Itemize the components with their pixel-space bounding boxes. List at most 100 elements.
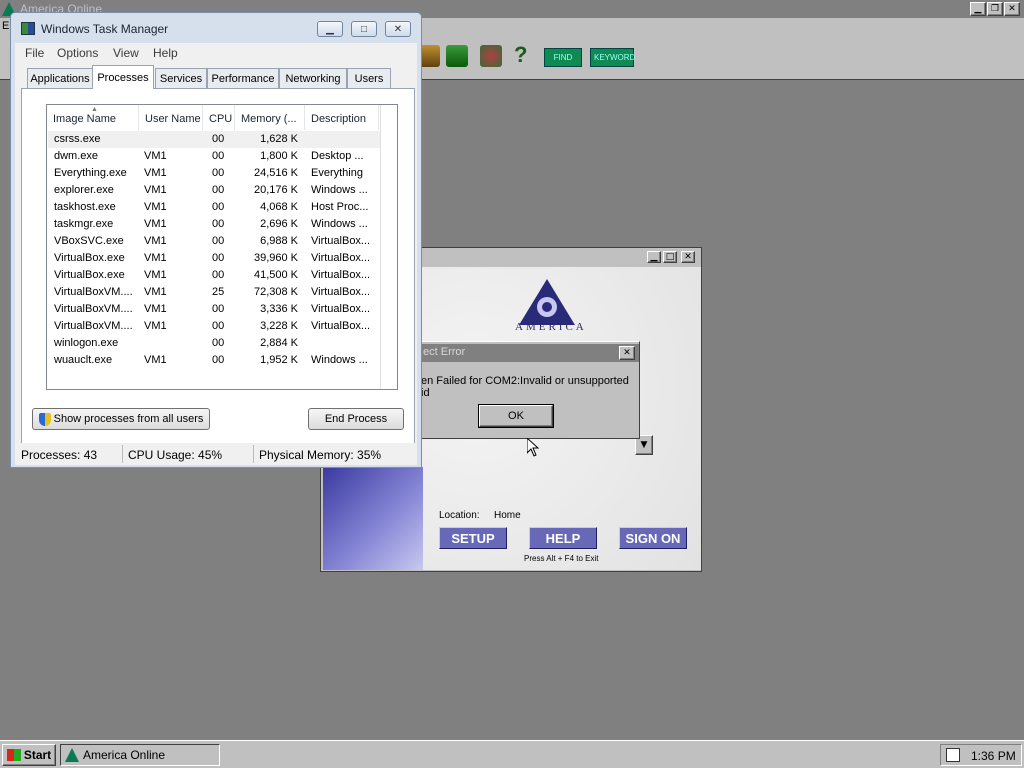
cell-desc: Everything xyxy=(311,167,363,179)
table-row[interactable]: Everything.exe VM1 00 24,516 K Everything xyxy=(48,165,380,182)
cell-cpu: 00 xyxy=(212,133,225,145)
cell-name: VBoxSVC.exe xyxy=(54,235,124,247)
start-button[interactable]: Start xyxy=(2,744,56,766)
table-row[interactable]: winlogon.exe 00 2,884 K xyxy=(48,335,380,352)
error-close-button[interactable]: ✕ xyxy=(619,346,635,360)
processes-panel: Image Name User Name CPU Memory (... Des… xyxy=(21,88,415,444)
cell-mem: 2,696 K xyxy=(260,218,298,230)
cell-cpu: 25 xyxy=(212,286,225,298)
tab-applications[interactable]: Applications xyxy=(27,68,93,88)
process-rows: csrss.exe 00 1,628 K dwm.exe VM1 00 1,800 K Des… xyxy=(47,131,380,389)
table-row[interactable]: VBoxSVC.exe VM1 00 6,988 K VirtualBox... xyxy=(48,233,380,250)
show-all-processes-label: Show processes from all users xyxy=(53,413,204,425)
tm-close-button[interactable]: ✕ xyxy=(385,21,411,37)
task-manager-icon xyxy=(21,22,35,35)
location-value: Home xyxy=(494,510,521,521)
connect-error-dialog: ect Error ✕ en Failed for COM2:Invalid o… xyxy=(420,341,640,439)
cell-cpu: 00 xyxy=(212,218,225,230)
col-description[interactable]: Description xyxy=(305,105,379,130)
tab-users[interactable]: Users xyxy=(347,68,391,88)
cell-desc: VirtualBox... xyxy=(311,303,371,315)
tm-maximize-button[interactable]: □ xyxy=(351,21,377,37)
cell-cpu: 00 xyxy=(212,354,225,366)
signon-maximize-button[interactable]: □ xyxy=(663,251,677,263)
tm-body: Applications Processes Services Performa… xyxy=(15,63,417,444)
cell-mem: 2,884 K xyxy=(260,337,298,349)
cell-user: VM1 xyxy=(144,201,167,213)
aol-minimize-button[interactable]: ▁ xyxy=(970,2,986,16)
cell-name: Everything.exe xyxy=(54,167,127,179)
cell-cpu: 00 xyxy=(212,235,225,247)
cell-user: VM1 xyxy=(144,252,167,264)
col-memory[interactable]: Memory (... xyxy=(235,105,305,130)
find-button[interactable]: FIND xyxy=(544,48,582,67)
cell-user: VM1 xyxy=(144,235,167,247)
cell-name: csrss.exe xyxy=(54,133,101,145)
process-list[interactable]: Image Name User Name CPU Memory (... Des… xyxy=(46,104,398,390)
cell-cpu: 00 xyxy=(212,150,225,162)
start-label: Start xyxy=(23,748,52,762)
signon-minimize-button[interactable]: ▁ xyxy=(647,251,661,263)
cell-mem: 6,988 K xyxy=(260,235,298,247)
aol-close-button[interactable]: ✕ xyxy=(1004,2,1020,16)
status-divider xyxy=(122,445,123,463)
error-titlebar[interactable]: ect Error ✕ xyxy=(421,344,639,362)
menu-help[interactable]: Help xyxy=(153,46,178,60)
end-process-button[interactable]: End Process xyxy=(308,408,404,430)
sort-arrow-icon: ▲ xyxy=(91,106,98,113)
table-row[interactable]: VirtualBox.exe VM1 00 41,500 K VirtualBox... xyxy=(48,267,380,284)
cell-name: explorer.exe xyxy=(54,184,114,196)
location-label: Location: xyxy=(439,510,480,521)
help-question-icon[interactable]: ? xyxy=(514,42,527,68)
taskbar-task-aol[interactable]: America Online xyxy=(60,744,220,766)
aol-triangle-logo xyxy=(519,279,575,325)
aol-tool-icon-3[interactable] xyxy=(480,45,502,67)
cell-desc: VirtualBox... xyxy=(311,286,371,298)
cell-mem: 1,800 K xyxy=(260,150,298,162)
keyword-button[interactable]: KEYWORD xyxy=(590,48,635,67)
table-row[interactable]: csrss.exe 00 1,628 K xyxy=(48,131,380,148)
cell-desc: Windows ... xyxy=(311,218,368,230)
task-manager-window: Windows Task Manager ▁ □ ✕ File Options … xyxy=(10,12,422,468)
signon-close-button[interactable]: ✕ xyxy=(681,251,695,263)
table-row[interactable]: dwm.exe VM1 00 1,800 K Desktop ... xyxy=(48,148,380,165)
col-user-name[interactable]: User Name xyxy=(139,105,203,130)
setup-button[interactable]: SETUP xyxy=(439,527,507,549)
table-row[interactable]: VirtualBoxVM.... VM1 00 3,336 K VirtualBox..… xyxy=(48,301,380,318)
menu-file[interactable]: File xyxy=(25,46,44,60)
cell-desc: VirtualBox... xyxy=(311,269,371,281)
cell-cpu: 00 xyxy=(212,252,225,264)
table-row[interactable]: wuauclt.exe VM1 00 1,952 K Windows ... xyxy=(48,352,380,369)
cell-name: VirtualBoxVM.... xyxy=(54,303,133,315)
aol-restore-button[interactable]: ❐ xyxy=(987,2,1003,16)
table-row[interactable]: taskmgr.exe VM1 00 2,696 K Windows ... xyxy=(48,216,380,233)
cell-name: VirtualBoxVM.... xyxy=(54,286,133,298)
process-list-scrollbar[interactable] xyxy=(380,105,397,389)
tab-performance[interactable]: Performance xyxy=(207,68,279,88)
cell-desc: Host Proc... xyxy=(311,201,369,213)
error-message: en Failed for COM2:Invalid or unsupporte… xyxy=(421,375,629,399)
table-row[interactable]: explorer.exe VM1 00 20,176 K Windows ... xyxy=(48,182,380,199)
cell-mem: 3,228 K xyxy=(260,320,298,332)
help-button[interactable]: HELP xyxy=(529,527,597,549)
table-row[interactable]: VirtualBox.exe VM1 00 39,960 K VirtualBox... xyxy=(48,250,380,267)
tm-minimize-button[interactable]: ▁ xyxy=(317,21,343,37)
mouse-cursor-icon xyxy=(527,438,539,457)
show-all-processes-button[interactable]: Show processes from all users xyxy=(32,408,210,430)
sign-on-button[interactable]: SIGN ON xyxy=(619,527,687,549)
table-row[interactable]: taskhost.exe VM1 00 4,068 K Host Proc... xyxy=(48,199,380,216)
tab-services[interactable]: Services xyxy=(155,68,207,88)
col-cpu[interactable]: CPU xyxy=(203,105,235,130)
scheduler-tray-icon[interactable] xyxy=(946,748,960,762)
table-row[interactable]: VirtualBoxVM.... VM1 00 3,228 K VirtualBox..… xyxy=(48,318,380,335)
table-row[interactable]: VirtualBoxVM.... VM1 25 72,308 K VirtualBox.… xyxy=(48,284,380,301)
clock[interactable]: 1:36 PM xyxy=(971,749,1016,763)
menu-options[interactable]: Options xyxy=(57,46,98,60)
tm-titlebar[interactable]: Windows Task Manager ▁ □ ✕ xyxy=(11,13,421,43)
status-processes: Processes: 43 xyxy=(21,448,98,462)
tab-processes[interactable]: Processes xyxy=(92,65,154,89)
ok-button[interactable]: OK xyxy=(478,404,554,428)
aol-tool-icon-2[interactable] xyxy=(446,45,468,67)
tab-networking[interactable]: Networking xyxy=(279,68,347,88)
menu-view[interactable]: View xyxy=(113,46,139,60)
